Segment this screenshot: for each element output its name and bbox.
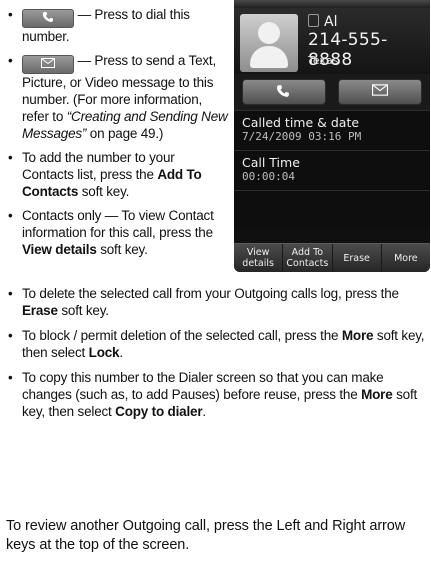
left-column: — Press to dial this number. — Press to … [6,6,228,265]
add-text-pre: To add the number to your Contacts list,… [22,150,175,182]
view-text-post: soft key. [96,242,148,257]
call-duration-row: Call Time 00:00:04 [234,150,430,190]
copy-text-post: . [202,404,206,419]
dial-button-image [22,9,74,28]
erase-text-pre: To delete the selected call from your Ou… [22,286,399,301]
bullet-add-contact: To add the number to your Contacts list,… [6,149,228,200]
called-time-label: Called time & date [242,115,360,130]
called-time-row: Called time & date 7/24/2009 03:16 PM [234,110,430,150]
softkey-view-details[interactable]: View details [234,244,284,272]
copy-key-label: More [361,387,393,402]
bullet-message: — Press to send a Text, Picture, or Vide… [6,52,228,142]
erase-text-post: soft key. [57,303,109,318]
softkey-erase[interactable]: Erase [333,244,382,272]
bullet-view-details: Contacts only — To view Contact informat… [6,207,228,258]
call-duration-value: 00:00:04 [242,170,295,183]
action-bar [234,74,430,110]
contact-name-text: Al [324,14,338,30]
softkey-bar: View details Add To Contacts Erase More [234,243,430,272]
bullet-erase: To delete the selected call from your Ou… [6,285,426,319]
view-key-label: View details [22,242,97,257]
contact-location: Texas [308,54,339,67]
message-text-2: on page 49.) [86,126,164,141]
title-bar [234,0,430,8]
empty-row [234,190,430,230]
call-info: Called time & date 7/24/2009 03:16 PM Ca… [234,110,430,228]
lock-text-post: . [119,345,123,360]
erase-key-label: Erase [22,303,58,318]
softkey-add-to-contacts[interactable]: Add To Contacts [283,244,333,272]
envelope-icon [372,84,388,96]
phone-icon [277,85,289,97]
contact-header: Al 214-555-8888 Texas [234,8,430,74]
lock-key-label: More [341,328,374,343]
full-width-bullets: To delete the selected call from your Ou… [6,285,426,428]
phone-screenshot: Al 214-555-8888 Texas Called time & date… [234,0,430,272]
copy-text-pre: To copy this number to the Dialer screen… [22,370,384,402]
manual-page: — Press to dial this number. — Press to … [0,0,431,568]
called-time-value: 7/24/2009 03:16 PM [242,130,362,143]
phone-icon [42,12,53,22]
call-button[interactable] [242,79,326,105]
view-text-pre: Contacts only — To view Contact informat… [22,208,214,240]
contact-type-icon [308,14,319,27]
lock-option-label: Lock [88,345,120,360]
lock-text-pre: To block / permit deletion of the select… [22,328,342,343]
envelope-icon [41,58,55,68]
softkey-more[interactable]: More [382,244,430,272]
bullet-copy: To copy this number to the Dialer screen… [6,369,426,420]
bullet-dial: — Press to dial this number. [6,6,228,45]
contact-avatar [240,14,298,72]
message-button-image [22,55,74,74]
copy-option-label: Copy to dialer [115,404,203,419]
add-text-post: soft key. [78,184,130,199]
contact-name: Al [308,14,337,30]
message-button[interactable] [338,79,422,105]
closing-paragraph: To review another Outgoing call, press t… [6,518,406,553]
call-duration-label: Call Time [242,155,300,170]
bullet-lock: To block / permit deletion of the select… [6,327,426,361]
